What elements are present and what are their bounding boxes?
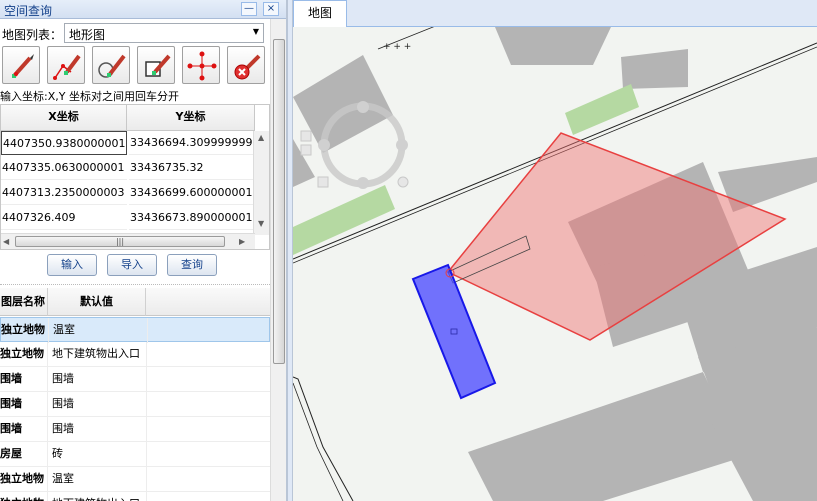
table-cell[interactable]: 4407335.0630000001	[1, 156, 127, 180]
vertical-scrollbar[interactable]: ▲ ▼	[253, 131, 269, 235]
map-list-selected-value: 地形图	[69, 28, 106, 42]
empty-cell	[147, 318, 270, 343]
table-row[interactable]: 围墙 围墙	[0, 417, 270, 442]
layer-name: 房屋	[0, 442, 48, 467]
table-row[interactable]: 围墙 围墙	[0, 392, 270, 417]
empty-cell	[146, 492, 270, 501]
table-cell[interactable]: 4407326.409	[1, 206, 127, 230]
input-button[interactable]: 输入	[47, 254, 97, 276]
map-tabbar: 地图	[293, 0, 817, 28]
coordinate-table: X坐标 Y坐标 4407350.9380000001 33436694.3099…	[0, 104, 270, 250]
empty-cell	[146, 442, 270, 467]
layer-name: 围墙	[0, 367, 48, 392]
pan-down-icon[interactable]	[357, 177, 369, 189]
table-cell[interactable]: 4407350.9380000001	[1, 131, 127, 155]
empty-cell	[146, 417, 270, 442]
panel-scroll-thumb[interactable]	[273, 39, 285, 364]
default-value: 围墙	[52, 422, 74, 435]
column-header-layer-name[interactable]: 图层名称	[0, 288, 48, 316]
table-cell[interactable]: 33436694.309999999	[129, 131, 255, 155]
scroll-right-icon[interactable]: ▶	[239, 237, 245, 246]
query-button[interactable]: 查询	[167, 254, 217, 276]
pan-up-icon[interactable]	[357, 101, 369, 113]
scroll-up-icon[interactable]: ▲	[258, 133, 264, 142]
scroll-down-icon[interactable]: ▼	[258, 219, 264, 228]
draw-line-icon	[53, 54, 81, 80]
pan-right-icon[interactable]	[396, 139, 408, 151]
pan-left-icon[interactable]	[318, 139, 330, 151]
table-row[interactable]: 围墙 围墙	[0, 367, 270, 392]
map-panel: 地图 + + +	[293, 0, 817, 501]
layer-name: 独立地物	[0, 342, 48, 367]
default-value: 地下建筑物出入口	[52, 347, 140, 360]
draw-point-icon	[12, 54, 34, 78]
map-canvas[interactable]: + + +	[293, 27, 817, 501]
draw-toolbar	[0, 46, 270, 86]
map-list-label: 地图列表：	[2, 28, 63, 42]
table-row[interactable]: 独立地物 温室	[0, 467, 270, 492]
empty-cell	[146, 342, 270, 367]
draw-line-button[interactable]	[47, 46, 85, 84]
tab-map[interactable]: 地图	[293, 0, 347, 28]
default-value: 温室	[52, 472, 74, 485]
table-cell[interactable]: 33436735.32	[129, 156, 255, 180]
default-value: 围墙	[52, 372, 74, 385]
layer-name: 独立地物	[0, 492, 48, 501]
column-header-default-value[interactable]: 默认值	[48, 288, 146, 316]
coordinate-hint: 输入坐标:X,Y 坐标对之间用回车分开	[0, 90, 179, 103]
empty-cell	[146, 392, 270, 417]
layer-name: 独立地物	[1, 318, 49, 343]
import-button[interactable]: 导入	[107, 254, 157, 276]
horizontal-scrollbar[interactable]: ◀ ||| ▶	[1, 233, 255, 249]
chevron-down-icon: ▼	[252, 27, 259, 36]
default-value: 地下建筑物出入口	[52, 492, 146, 501]
draw-circle-button[interactable]	[92, 46, 130, 84]
draw-point-button[interactable]	[2, 46, 40, 84]
default-value: 砖	[52, 447, 63, 460]
zoom-in-icon[interactable]	[300, 130, 312, 142]
road-marker: + + +	[383, 42, 411, 52]
table-row[interactable]: 房屋 砖	[0, 442, 270, 467]
layer-name: 围墙	[0, 417, 48, 442]
panel-titlebar: 空间查询 — ×	[0, 0, 286, 19]
layer-table: 图层名称 默认值 独立地物 温室 独立地物 地下建筑物出入口 围墙 围墙 围墙 …	[0, 288, 270, 501]
close-button[interactable]: ×	[263, 2, 279, 16]
table-cell[interactable]: 4407313.2350000003	[1, 181, 127, 205]
minimize-button[interactable]: —	[241, 2, 257, 16]
divider	[0, 284, 270, 285]
column-header-empty	[146, 288, 270, 316]
panel-title: 空间查询	[4, 4, 53, 18]
draw-polygon-button[interactable]	[182, 46, 220, 84]
draw-rectangle-button[interactable]	[137, 46, 175, 84]
full-extent-icon[interactable]	[397, 176, 409, 188]
table-cell[interactable]: 33436699.600000001	[129, 181, 255, 205]
draw-polygon-icon	[187, 51, 217, 81]
draw-rectangle-icon	[145, 54, 171, 77]
zoom-extent-icon[interactable]	[317, 176, 329, 188]
empty-cell	[146, 367, 270, 392]
clear-icon	[234, 54, 261, 80]
panel-scrollbar[interactable]	[270, 19, 286, 501]
column-header-y[interactable]: Y坐标	[127, 105, 255, 131]
spatial-query-panel: 空间查询 — × 地图列表： 地形图 ▼ 输入坐标:X,Y 坐标对之间用回车分开…	[0, 0, 287, 501]
scroll-left-icon[interactable]: ◀	[3, 237, 9, 246]
default-value: 围墙	[52, 397, 74, 410]
building	[495, 27, 611, 65]
default-value: 温室	[53, 323, 75, 336]
clear-button[interactable]	[227, 46, 265, 84]
layer-name: 围墙	[0, 392, 48, 417]
scroll-thumb[interactable]: |||	[15, 236, 225, 247]
layer-name: 独立地物	[0, 467, 48, 492]
empty-cell	[146, 467, 270, 492]
table-cell[interactable]: 33436673.890000001	[129, 206, 255, 230]
table-row[interactable]: 独立地物 地下建筑物出入口	[0, 342, 270, 367]
column-header-x[interactable]: X坐标	[1, 105, 127, 131]
map-list-select[interactable]: 地形图 ▼	[64, 23, 264, 43]
zoom-out-icon[interactable]	[300, 144, 312, 156]
table-row[interactable]: 独立地物 地下建筑物出入口	[0, 492, 270, 501]
draw-circle-icon	[98, 54, 126, 78]
table-row[interactable]: 独立地物 温室	[0, 317, 270, 343]
